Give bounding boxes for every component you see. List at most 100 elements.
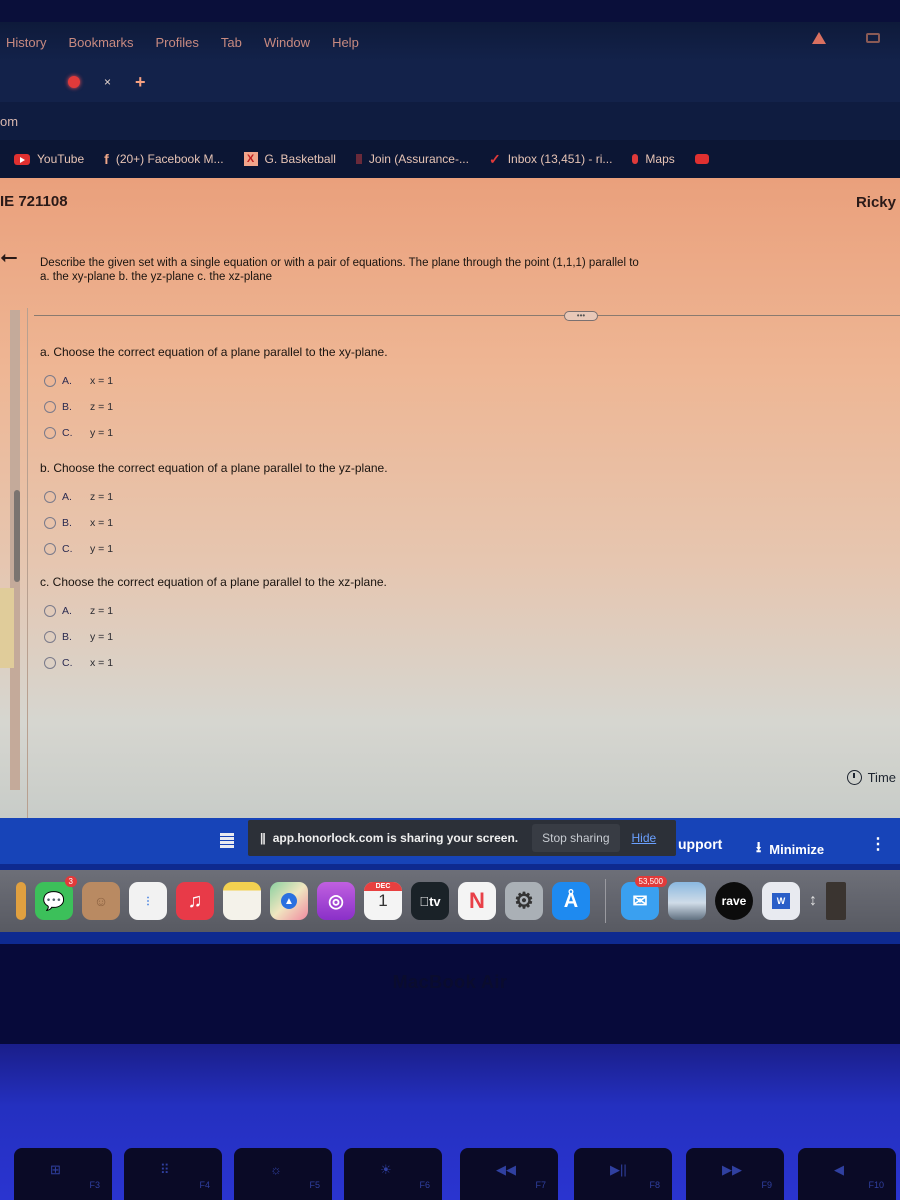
- dock-separator: [605, 879, 606, 923]
- bookmark-basketball[interactable]: X G. Basketball: [243, 152, 336, 166]
- key-label: F4: [199, 1180, 210, 1190]
- minimize-button[interactable]: ⭳ Minimize: [756, 837, 824, 862]
- part-b: b. Choose the correct equation of a plan…: [40, 461, 388, 562]
- dock-app-partial[interactable]: [16, 882, 26, 920]
- menu-window[interactable]: Window: [264, 35, 310, 50]
- option-b-A[interactable]: A. z = 1: [40, 484, 388, 510]
- dock-word[interactable]: W: [762, 882, 800, 920]
- radio-button[interactable]: [44, 427, 56, 439]
- proctor-toolbar: || app.honorlock.com is sharing your scr…: [0, 818, 900, 864]
- new-tab-button[interactable]: +: [135, 72, 146, 93]
- option-c-A[interactable]: A. z = 1: [40, 598, 387, 624]
- dock-preview[interactable]: [668, 882, 706, 920]
- support-button[interactable]: upport: [678, 836, 722, 852]
- page-header: IE 721108 Ricky: [0, 178, 900, 228]
- pause-icon: ||: [260, 831, 266, 845]
- settings-icon: ⚙: [514, 888, 534, 913]
- bookmark-label: YouTube: [37, 152, 85, 166]
- url-text[interactable]: om: [0, 114, 18, 129]
- menu-help[interactable]: Help: [332, 35, 359, 50]
- more-options-icon[interactable]: ⋮: [870, 834, 886, 854]
- bookmark-join[interactable]: Join (Assurance-...: [355, 152, 469, 166]
- radio-button[interactable]: [44, 657, 56, 669]
- radio-button[interactable]: [44, 401, 56, 413]
- dock-notes[interactable]: [223, 882, 261, 920]
- option-c-C[interactable]: C. x = 1: [40, 650, 387, 676]
- calculator-icon[interactable]: [220, 833, 234, 849]
- key-f10: ◀ F10: [798, 1148, 896, 1200]
- dock-rave[interactable]: rave: [715, 882, 753, 920]
- basketball-icon: X: [243, 152, 258, 166]
- option-a-C[interactable]: C. y = 1: [40, 420, 388, 446]
- user-name[interactable]: Ricky: [856, 194, 896, 211]
- dock-mail[interactable]: ✉ 53,500: [621, 876, 667, 920]
- dock-messages[interactable]: 💬 3: [35, 876, 77, 920]
- time-label: Time: [867, 770, 896, 785]
- bookmark-inbox[interactable]: ✓ Inbox (13,451) - ri...: [489, 151, 612, 168]
- dock-news[interactable]: N: [458, 882, 496, 920]
- dock-contacts[interactable]: ☺: [82, 882, 120, 920]
- option-b-C[interactable]: C. y = 1: [40, 536, 388, 562]
- back-arrow-icon[interactable]: ⭠: [0, 244, 18, 270]
- bookmark-facebook[interactable]: f (20+) Facebook M...: [104, 151, 223, 167]
- option-b-B[interactable]: B. x = 1: [40, 510, 388, 536]
- dock-calendar[interactable]: DEC 1: [364, 882, 402, 920]
- bookmark-youtube-2[interactable]: [694, 154, 709, 164]
- menu-bookmarks[interactable]: Bookmarks: [68, 35, 133, 50]
- dock-settings[interactable]: ⚙: [505, 882, 543, 920]
- radio-button[interactable]: [44, 605, 56, 617]
- time-button[interactable]: Time: [846, 770, 896, 785]
- option-text: y = 1: [90, 427, 114, 439]
- dock-reminders[interactable]: ⋮: [129, 882, 167, 920]
- tv-icon: : [419, 894, 429, 909]
- option-c-B[interactable]: B. y = 1: [40, 624, 387, 650]
- dock-music[interactable]: ♫: [176, 882, 214, 920]
- screen-mirror-icon[interactable]: [866, 33, 880, 43]
- divider: [34, 315, 900, 316]
- clock-icon: [846, 770, 862, 785]
- hide-link[interactable]: Hide: [632, 831, 657, 845]
- radio-button[interactable]: [44, 375, 56, 387]
- prompt-line-2: a. the xy-plane b. the yz-plane c. the x…: [40, 271, 273, 283]
- option-letter: C.: [62, 657, 73, 669]
- address-bar[interactable]: om: [0, 102, 900, 140]
- dock-app-store[interactable]: Å: [552, 882, 590, 920]
- resize-icon[interactable]: ↕: [809, 892, 817, 910]
- dock-tv[interactable]: tv: [411, 882, 449, 920]
- expand-more-button[interactable]: •••: [564, 311, 598, 321]
- radio-button[interactable]: [44, 491, 56, 503]
- option-letter: C.: [62, 543, 73, 555]
- stop-sharing-button[interactable]: Stop sharing: [532, 824, 620, 852]
- bookmark-maps[interactable]: Maps: [632, 152, 675, 166]
- laptop-brand: MacBook Air: [392, 972, 508, 992]
- key-f7: ◀◀ F7: [460, 1148, 558, 1200]
- option-a-B[interactable]: B. z = 1: [40, 394, 388, 420]
- dock-minimized-window[interactable]: [826, 882, 846, 920]
- bookmark-label: Maps: [645, 152, 675, 166]
- option-a-A[interactable]: A. x = 1: [40, 368, 388, 394]
- scrollbar-thumb[interactable]: [14, 490, 20, 582]
- radio-button[interactable]: [44, 517, 56, 529]
- option-letter: B.: [62, 517, 72, 529]
- dock-podcasts[interactable]: ◎: [317, 882, 355, 920]
- key-f3: ⊞ F3: [14, 1148, 112, 1200]
- menu-history[interactable]: History: [6, 35, 46, 50]
- bookmark-youtube[interactable]: YouTube: [14, 152, 84, 166]
- tab-close-button[interactable]: ×: [104, 75, 111, 89]
- option-text: x = 1: [90, 517, 114, 529]
- calendar-month: DEC: [364, 882, 402, 891]
- contacts-icon: ☺: [93, 893, 109, 909]
- dock: 💬 3 ☺ ⋮ ♫ ▲ ◎ DEC 1 tv N ⚙ Å ✉ 53,500 r…: [0, 870, 900, 932]
- key-label: F5: [309, 1180, 320, 1190]
- radio-button[interactable]: [44, 631, 56, 643]
- radio-button[interactable]: [44, 543, 56, 555]
- menu-profiles[interactable]: Profiles: [155, 35, 198, 50]
- key-symbol: ◀: [834, 1162, 844, 1177]
- warning-icon[interactable]: [812, 32, 826, 44]
- key-label: F6: [419, 1180, 430, 1190]
- menu-tab[interactable]: Tab: [221, 35, 242, 50]
- key-f8: ▶|| F8: [574, 1148, 672, 1200]
- option-letter: B.: [62, 631, 72, 643]
- menu-bar: History Bookmarks Profiles Tab Window He…: [0, 22, 900, 62]
- dock-maps[interactable]: ▲: [270, 882, 308, 920]
